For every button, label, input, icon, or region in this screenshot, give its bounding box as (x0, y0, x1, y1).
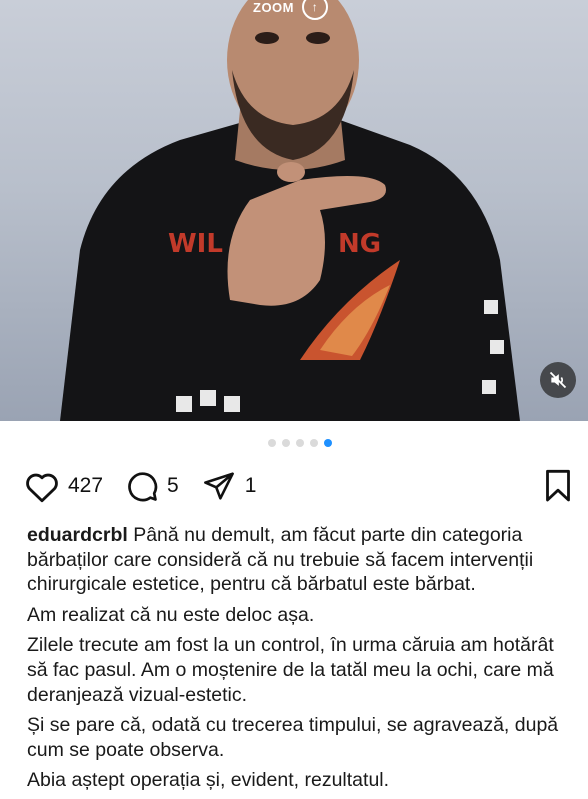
photo: WIL NG (60, 0, 520, 421)
carousel-dot (296, 439, 304, 447)
zoom-icon: ↑ (302, 0, 328, 20)
zoom-badge[interactable]: ZOOM ↑ (253, 0, 328, 20)
svg-text:WIL: WIL (168, 229, 223, 259)
carousel-indicator (0, 439, 588, 447)
carousel-dot (324, 439, 332, 447)
heart-icon[interactable] (24, 470, 60, 503)
like-action[interactable]: 427 (24, 470, 103, 503)
carousel-dot (268, 439, 276, 447)
caption-paragraph: Zilele trecute am fost la un control, în… (27, 634, 554, 706)
comment-count[interactable]: 5 (167, 474, 179, 498)
mute-button[interactable] (540, 362, 576, 398)
bookmark-icon[interactable] (544, 469, 572, 503)
caption-paragraph: eduardcrbl Până nu demult, am făcut part… (27, 523, 577, 597)
save-button[interactable] (544, 469, 572, 503)
carousel-dot (282, 439, 290, 447)
caption-paragraph: Am realizat că nu este deloc așa. (27, 603, 315, 626)
comment-action[interactable]: 5 (125, 469, 179, 503)
caption-paragraph: Abia aștept operația și, evident, rezult… (27, 769, 390, 792)
caption-paragraph: Și se pare că, odată cu trecerea timpulu… (27, 714, 559, 761)
like-count[interactable]: 427 (68, 474, 103, 498)
share-action[interactable]: 1 (201, 471, 257, 501)
comment-icon[interactable] (125, 469, 159, 503)
carousel-dot (310, 439, 318, 447)
post-media[interactable]: WIL NG ZOOM ↑ (0, 0, 588, 421)
action-bar: 427 5 1 (24, 466, 572, 506)
svg-text:NG: NG (338, 229, 381, 259)
post-caption: eduardcrbl Până nu demult, am făcut part… (27, 523, 577, 799)
share-count[interactable]: 1 (245, 474, 257, 498)
send-icon[interactable] (201, 471, 237, 501)
zoom-label: ZOOM (253, 0, 294, 15)
caption-username[interactable]: eduardcrbl (27, 524, 128, 546)
speaker-muted-icon (549, 371, 567, 389)
